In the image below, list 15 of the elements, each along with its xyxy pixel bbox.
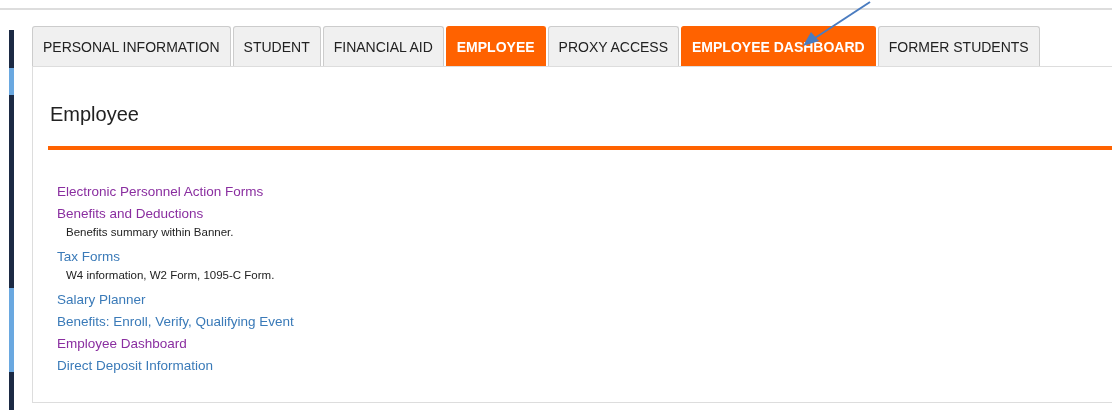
nav-tab[interactable]: FORMER STUDENTS xyxy=(877,26,1040,66)
nav-tab[interactable]: FINANCIAL AID xyxy=(322,26,444,66)
link-description: Benefits summary within Banner. xyxy=(65,226,235,238)
page-link[interactable]: Benefits and Deductions xyxy=(57,206,204,221)
page-link[interactable]: Direct Deposit Information xyxy=(57,358,214,373)
section-heading: Employee xyxy=(50,103,140,126)
link-description: W4 information, W2 Form, 1095-C Form. xyxy=(65,269,276,281)
nav-tab[interactable]: PERSONAL INFORMATION xyxy=(32,26,231,66)
page-link[interactable]: Benefits: Enroll, Verify, Qualifying Event xyxy=(57,314,294,329)
page-link[interactable]: Employee Dashboard xyxy=(57,336,187,351)
nav-tab[interactable]: PROXY ACCESS xyxy=(547,26,679,66)
page-link[interactable]: Tax Forms xyxy=(57,249,120,264)
page-link[interactable]: Electronic Personnel Action Forms xyxy=(57,184,264,199)
page-link[interactable]: Salary Planner xyxy=(57,292,146,307)
nav-tab[interactable]: STUDENT xyxy=(232,26,321,66)
